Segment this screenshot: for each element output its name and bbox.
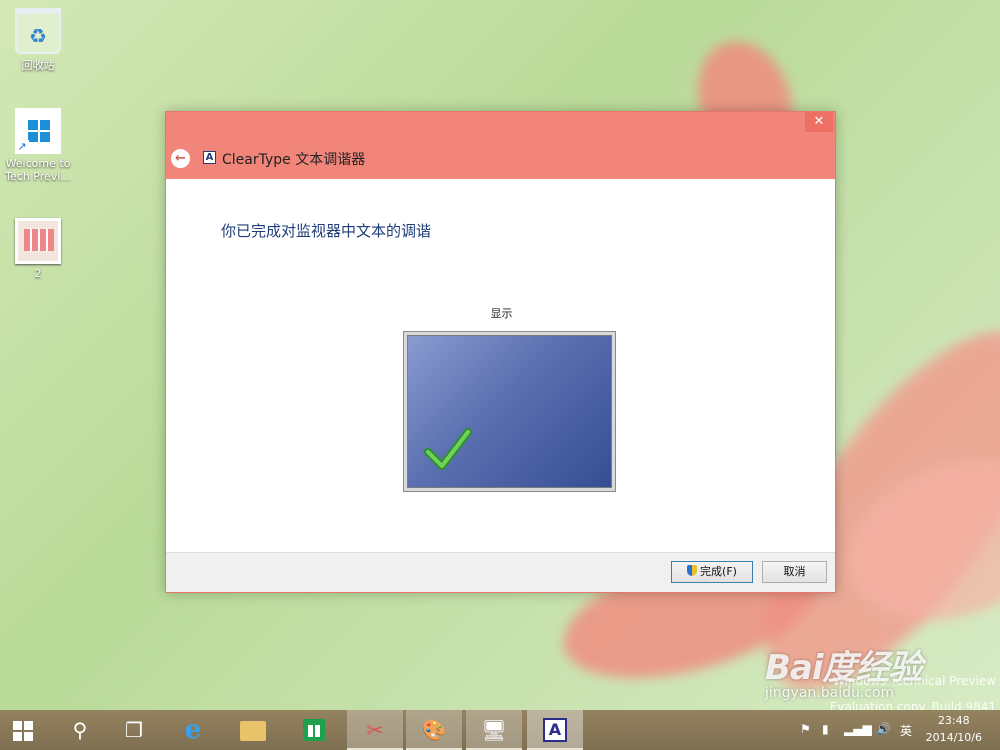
palette-icon: 🎨 [421, 718, 447, 742]
flag-icon[interactable]: ⚑ [800, 722, 811, 736]
ime-indicator[interactable]: 英 [900, 722, 912, 739]
taskbar-display[interactable]: 🖥 [466, 710, 522, 750]
finish-button[interactable]: 完成(F) [671, 561, 753, 583]
image-thumbnail-icon [15, 218, 61, 264]
taskbar-ie[interactable]: e [165, 710, 221, 750]
cancel-button[interactable]: 取消 [762, 561, 827, 583]
battery-icon[interactable]: ▮ [822, 722, 829, 736]
search-button[interactable]: ⚲ [52, 710, 108, 750]
finish-button-label: 完成(F) [700, 565, 737, 578]
windows-start-icon [13, 721, 33, 741]
taskbar-cleartype[interactable]: A [527, 710, 583, 750]
recycle-bin-icon [15, 8, 61, 54]
monitor-preview [403, 331, 616, 492]
taskbar-clock[interactable]: 23:48 2014/10/6 [926, 712, 982, 746]
ie-icon: e [184, 715, 202, 745]
dialog-footer: 完成(F) 取消 [166, 552, 835, 592]
monitor-screen [407, 335, 612, 488]
network-icon[interactable]: ▂▄▆ [844, 722, 872, 736]
close-icon: ✕ [813, 114, 825, 129]
close-button[interactable]: ✕ [805, 112, 833, 132]
store-icon [303, 719, 325, 741]
checkmark-icon [424, 428, 472, 470]
taskbar: ⚲ ❐ e ✂ 🎨 🖥 A ⚑ ▮ ▂▄▆ 🔊 英 23:48 2014/10/… [0, 710, 1000, 750]
taskbar-snipping-tool[interactable]: ✂ [347, 710, 403, 750]
start-button[interactable] [0, 710, 48, 750]
desktop-icon-label: 2 [34, 267, 42, 280]
watermark-logo: Bai度经验 [765, 648, 923, 688]
dialog-titlebar[interactable]: ✕ ← A ClearType 文本调谐器 [166, 112, 835, 179]
taskbar-store[interactable] [286, 710, 342, 750]
clock-date: 2014/10/6 [925, 731, 982, 744]
search-icon: ⚲ [72, 718, 88, 742]
desktop-icon-label: 回收站 [21, 59, 55, 72]
back-arrow-icon: ← [175, 151, 186, 166]
scissors-icon: ✂ [366, 718, 384, 742]
cancel-button-label: 取消 [783, 565, 806, 578]
monitor-icon: 🖥 [481, 718, 507, 742]
taskbar-paint[interactable]: 🎨 [406, 710, 462, 750]
back-button[interactable]: ← [171, 149, 190, 168]
cleartype-dialog: ✕ ← A ClearType 文本调谐器 你已完成对监视器中文本的调谐 显示 … [165, 111, 836, 593]
monitor-label: 显示 [490, 307, 513, 320]
desktop-icon-recycle-bin[interactable]: 回收站 [0, 8, 76, 73]
completion-heading: 你已完成对监视器中文本的调谐 [221, 222, 432, 240]
window-title: ClearType 文本调谐器 [222, 152, 366, 168]
task-view-icon: ❐ [125, 718, 143, 742]
volume-icon[interactable]: 🔊 [876, 722, 891, 736]
cleartype-app-icon: A [203, 151, 216, 164]
taskbar-file-explorer[interactable] [225, 710, 281, 750]
uac-shield-icon [687, 565, 698, 576]
task-view-button[interactable]: ❐ [106, 710, 162, 750]
desktop-icon-image[interactable]: 2 [0, 218, 76, 280]
cleartype-icon: A [543, 718, 567, 742]
folder-icon [240, 721, 266, 741]
shortcut-arrow-icon: ↗ [15, 140, 29, 154]
desktop-icon-welcome[interactable]: ↗ Welcome to Tech Previ... [0, 108, 76, 183]
desktop-icon-label: Welcome to Tech Previ... [5, 157, 71, 183]
clock-time: 23:48 [937, 714, 970, 727]
windows-logo-icon: ↗ [15, 108, 61, 154]
baidu-watermark: Bai度经验 jingyan.baidu.com [765, 640, 923, 701]
